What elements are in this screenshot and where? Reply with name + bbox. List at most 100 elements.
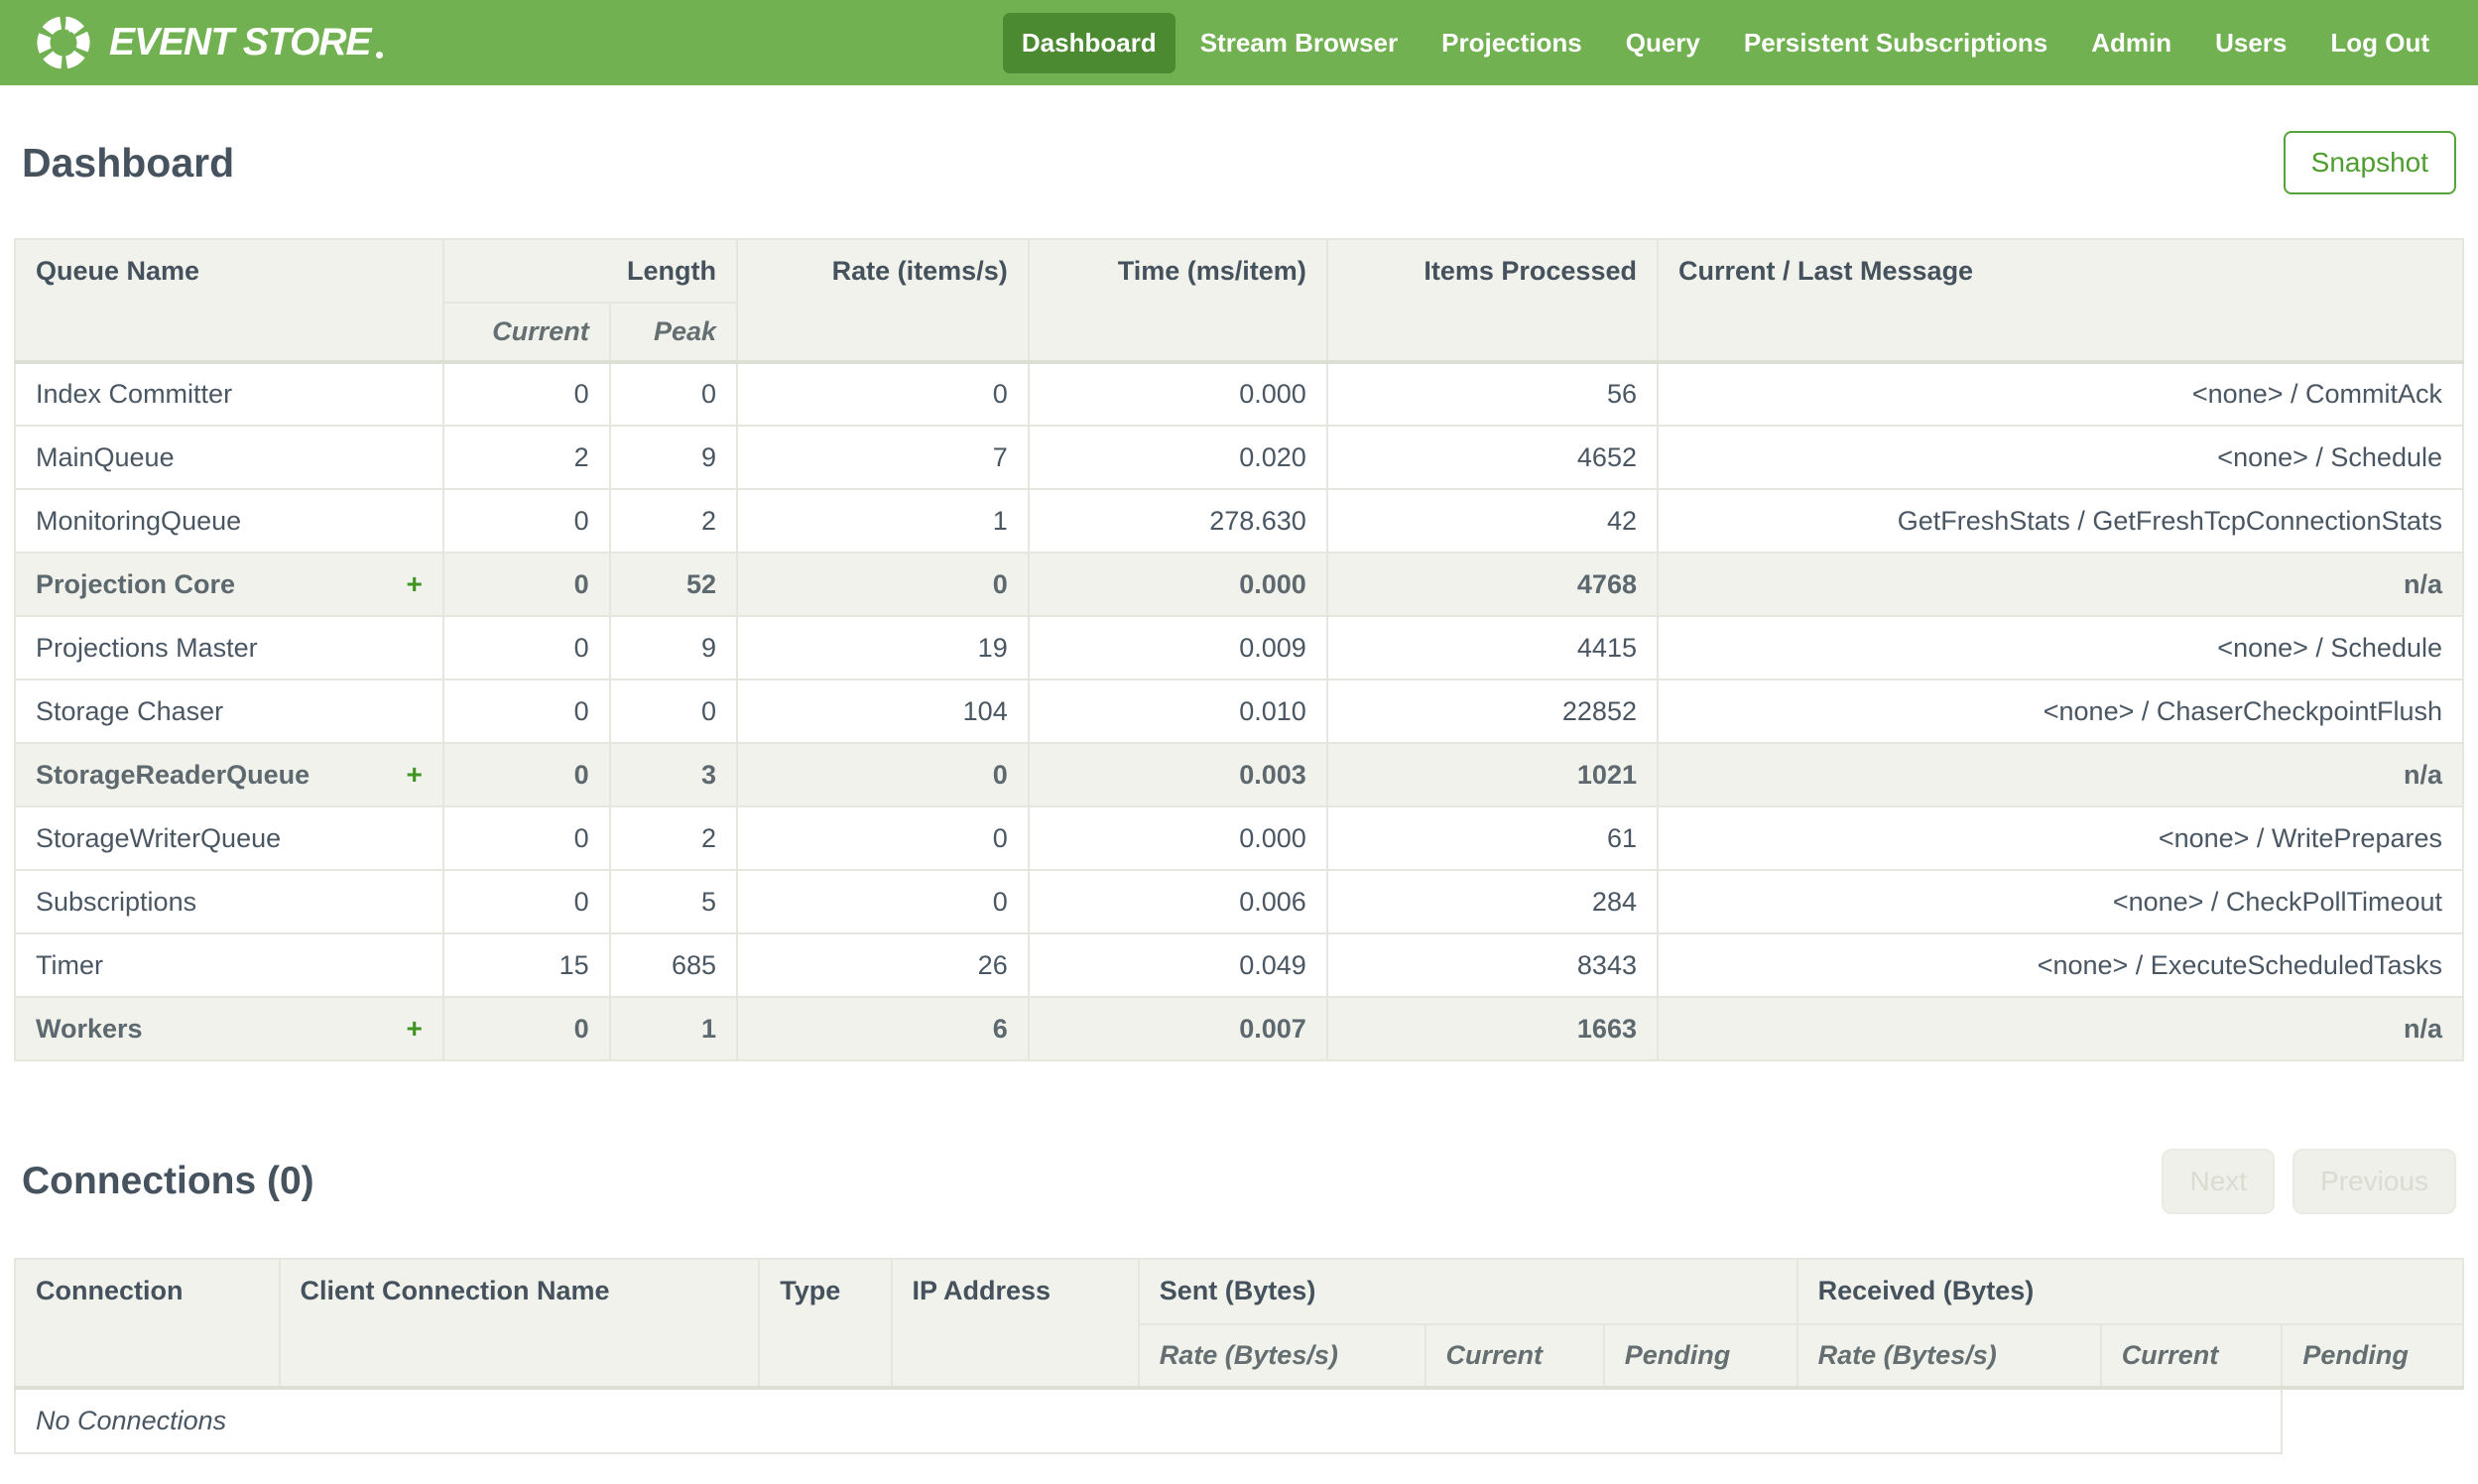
col-message: Current / Last Message (1656, 238, 2465, 364)
queue-message: GetFreshStats / GetFreshTcpConnectionSta… (1656, 488, 2465, 554)
queue-message: <none> / CheckPollTimeout (1656, 869, 2465, 934)
col-sent-pending: Pending (1602, 1323, 1798, 1390)
expand-icon[interactable]: + (407, 568, 423, 600)
queue-message: <none> / ExecuteScheduledTasks (1656, 932, 2465, 998)
nav-item-dashboard[interactable]: Dashboard (1002, 12, 1176, 73)
queue-rate: 104 (736, 679, 1030, 744)
queue-time: 0.003 (1027, 742, 1328, 807)
nav-item-users[interactable]: Users (2196, 13, 2305, 73)
col-length-peak: Peak (608, 302, 739, 364)
connections-title: Connections (0) (22, 1160, 314, 1202)
queue-name-label: Workers (36, 1013, 143, 1044)
queue-rate: 1 (736, 488, 1030, 554)
queue-length-current: 0 (441, 679, 611, 744)
queue-length-current: 0 (441, 488, 611, 554)
queue-length-current: 0 (441, 615, 611, 680)
queue-row-storagewriterqueue: StorageWriterQueue 0 2 0 0.000 61 <none> / Wri… (14, 805, 2465, 871)
queue-length-current: 15 (441, 932, 611, 998)
queue-message: <none> / Schedule (1656, 425, 2465, 490)
queue-row-workers: Workers +0 1 6 0.007 1663 n/a (14, 996, 2465, 1061)
queue-length-current: 0 (441, 996, 611, 1061)
queue-rate: 26 (736, 932, 1030, 998)
connections-table: Connection Client Connection Name Type I… (13, 1258, 2465, 1454)
queue-length-peak: 2 (608, 488, 739, 554)
queue-row-projections-master: Projections Master 0 9 19 0.009 4415 <none> / … (14, 615, 2465, 680)
queue-row-storagereaderqueue: StorageReaderQueue +0 3 0 0.003 1021 n/a (14, 742, 2465, 807)
expand-icon[interactable]: + (407, 1013, 423, 1045)
queue-name: StorageWriterQueue (14, 805, 444, 871)
queue-row-index-committer: Index Committer 0 0 0 0.000 56 <none> / Commit… (14, 361, 2465, 427)
queue-name: Workers + (14, 996, 444, 1061)
nav-item-query[interactable]: Query (1607, 13, 1719, 73)
queue-length-peak: 9 (608, 615, 739, 680)
queue-name: Projections Master (14, 615, 444, 680)
queue-length-current: 2 (441, 425, 611, 490)
queue-length-peak: 2 (608, 805, 739, 871)
col-sent-current: Current (1424, 1323, 1605, 1390)
queue-name-label: StorageReaderQueue (36, 759, 310, 790)
queue-name-label: Timer (36, 949, 103, 980)
nav-item-admin[interactable]: Admin (2072, 13, 2190, 73)
col-length: Length (441, 238, 739, 304)
queue-length-current: 0 (441, 742, 611, 807)
queue-length-peak: 0 (608, 679, 739, 744)
queue-time: 0.000 (1027, 552, 1328, 617)
next-button[interactable]: Next (2162, 1149, 2276, 1214)
pager: Next Previous (2162, 1149, 2456, 1214)
queue-length-peak: 5 (608, 869, 739, 934)
queue-row-storage-chaser: Storage Chaser 0 0 104 0.010 22852 <none> / Ch… (14, 679, 2465, 744)
col-sent-bytes: Sent (Bytes) (1137, 1258, 1798, 1325)
col-rate: Rate (items/s) (736, 238, 1030, 364)
queue-message: <none> / CommitAck (1656, 361, 2465, 427)
col-client-connection-name: Client Connection Name (278, 1258, 761, 1390)
queue-name: MainQueue (14, 425, 444, 490)
queue-time: 0.000 (1027, 805, 1328, 871)
nav-item-persistent-subscriptions[interactable]: Persistent Subscriptions (1725, 13, 2066, 73)
queue-row-timer: Timer 15 685 26 0.049 8343 <none> / ExecuteSch… (14, 932, 2465, 998)
col-received-current: Current (2099, 1323, 2284, 1390)
page-title: Dashboard (22, 139, 235, 186)
queue-name: Timer (14, 932, 444, 998)
col-time: Time (ms/item) (1027, 238, 1328, 364)
queue-items-processed: 1663 (1325, 996, 1659, 1061)
queue-length-current: 0 (441, 805, 611, 871)
connections-header: Connections (0) Next Previous (22, 1149, 2456, 1214)
queue-length-current: 0 (441, 361, 611, 427)
queue-row-subscriptions: Subscriptions 0 5 0 0.006 284 <none> / CheckPo… (14, 869, 2465, 934)
queue-length-peak: 0 (608, 361, 739, 427)
col-length-current: Current (441, 302, 611, 364)
snapshot-button[interactable]: Snapshot (2283, 131, 2456, 194)
queue-time: 0.000 (1027, 361, 1328, 427)
queue-rate: 7 (736, 425, 1030, 490)
queue-time: 278.630 (1027, 488, 1328, 554)
queue-name-label: Projections Master (36, 632, 258, 663)
col-type: Type (758, 1258, 893, 1390)
nav-menu: Dashboard Stream Browser Projections Query P… (1002, 12, 2448, 73)
eventstore-brand[interactable]: EVENT STORE (36, 15, 383, 70)
queue-row-projection-core: Projection Core +0 52 0 0.000 4768 n/a (14, 552, 2465, 617)
queue-length-peak: 52 (608, 552, 739, 617)
nav-item-log-out[interactable]: Log Out (2311, 13, 2448, 73)
nav-item-projections[interactable]: Projections (1423, 13, 1601, 73)
queue-items-processed: 4768 (1325, 552, 1659, 617)
nav-item-stream-browser[interactable]: Stream Browser (1181, 13, 1417, 73)
main-content: Dashboard Snapshot Queue Name Length Rat… (0, 131, 2478, 1484)
queue-message: n/a (1656, 742, 2465, 807)
queue-rate: 0 (736, 552, 1030, 617)
queue-name: Index Committer (14, 361, 444, 427)
queue-length-peak: 685 (608, 932, 739, 998)
queue-name-label: Index Committer (36, 379, 233, 409)
col-sent-rate: Rate (Bytes/s) (1137, 1323, 1426, 1390)
expand-icon[interactable]: + (407, 759, 423, 791)
queue-rate: 19 (736, 615, 1030, 680)
queue-rate: 0 (736, 742, 1030, 807)
queue-items-processed: 61 (1325, 805, 1659, 871)
previous-button[interactable]: Previous (2292, 1149, 2456, 1214)
no-connections-cell: No Connections (13, 1387, 2284, 1454)
queue-length-current: 0 (441, 552, 611, 617)
queue-items-processed: 284 (1325, 869, 1659, 934)
col-items-processed: Items Processed (1325, 238, 1659, 364)
queue-length-peak: 1 (608, 996, 739, 1061)
queue-name: MonitoringQueue (14, 488, 444, 554)
eventstore-logo-icon (37, 16, 90, 69)
